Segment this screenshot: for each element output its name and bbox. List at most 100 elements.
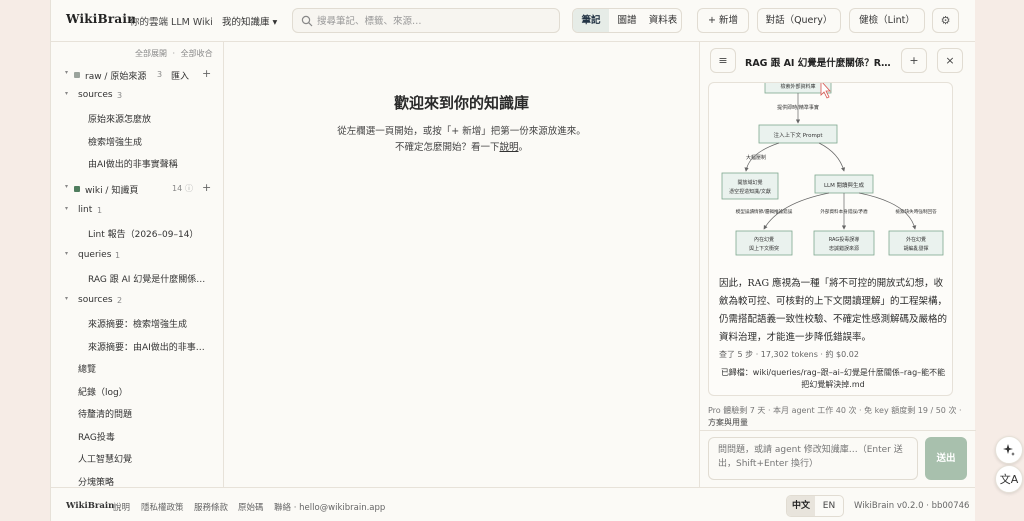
svg-text:與上下文衝突: 與上下文衝突 [749, 245, 779, 252]
settings-button[interactable]: ⚙ [932, 8, 959, 33]
wiki-section-header[interactable]: ▾ wiki / 知識頁 14 ⓘ + [51, 180, 223, 198]
main-content: 歡迎來到你的知識庫 從左欄選一頁開始，或按「+ 新增」把第一份來源放進來。 不確… [224, 42, 699, 487]
plan-usage-link[interactable]: 方案與用量 [708, 418, 748, 427]
svg-text:胡編亂發揮: 胡編亂發揮 [903, 245, 928, 252]
query-panel: ≡ RAG 跟 AI 幻覺是什麼關係？RA… + × 檢索外部資料庫 提供即時/… [699, 42, 976, 487]
folder-lint[interactable]: ▾ lint 1 [51, 202, 223, 220]
page-item-ai-hallucination[interactable]: 人工智慧幻覺 [51, 449, 223, 467]
tree-item[interactable]: 來源摘要：由AI做出的非事… [51, 337, 223, 355]
chevron-down-icon: ▾ [65, 205, 69, 212]
add-raw-button[interactable]: + [202, 67, 211, 80]
sparkle-icon [1003, 444, 1015, 456]
svg-text:憑空捏造知識/文獻: 憑空捏造知識/文獻 [729, 188, 771, 195]
tree-item[interactable]: Lint 報告（2026–09–14） [51, 224, 223, 242]
welcome-line-2: 不確定怎麼開始？看一下說明。 [394, 142, 529, 153]
version-info: WikiBrain v0.2.0 · bb00746 [854, 501, 970, 511]
send-button[interactable]: 送出 [925, 437, 967, 480]
page-item-log[interactable]: 紀錄（log） [51, 382, 223, 400]
tree-item[interactable]: 檢索增強生成 [51, 132, 223, 150]
folder-sources[interactable]: ▾ sources 2 [51, 292, 223, 310]
footer-link-terms[interactable]: 服務條款 [194, 501, 228, 513]
footer-link-privacy[interactable]: 隱私權政策 [141, 501, 184, 513]
view-switcher: 筆記 圖譜 資料表 [572, 8, 682, 33]
footer-contact[interactable]: 聯絡 · hello@wikibrain.app [274, 501, 385, 513]
add-wiki-button[interactable]: + [202, 181, 211, 194]
hamburger-icon: ≡ [718, 54, 728, 67]
svg-text:模型誤讀情節/邏輯推論錯誤: 模型誤讀情節/邏輯推論錯誤 [736, 208, 793, 215]
page-item-open-questions[interactable]: 待釐清的問題 [51, 404, 223, 422]
welcome-line-1: 從左欄選一頁開始，或按「+ 新增」把第一份來源放進來。 [337, 126, 586, 137]
gear-icon: ⚙ [940, 14, 951, 27]
folder-raw-sources[interactable]: ▾ sources 3 [51, 87, 223, 105]
page-item-rag-poisoning[interactable]: RAG投毒 [51, 427, 223, 445]
tree-item[interactable]: 來源摘要：檢索增強生成 [51, 314, 223, 332]
chevron-down-icon: ▾ [65, 295, 69, 302]
chevron-down-icon: ▾ [65, 183, 69, 190]
saved-path[interactable]: 已歸檔：wiki/queries/rag–跟–ai–幻覺是什麼關係–rag–能不… [719, 367, 947, 391]
query-button[interactable]: 對話（Query） [757, 8, 841, 33]
search-input[interactable] [317, 12, 553, 30]
footer: WikiBrain 說明 隱私權政策 服務條款 原始碼 聯絡 · hello@w… [51, 487, 975, 521]
app-tagline: 你的雲端 LLM Wiki [130, 17, 213, 28]
tree-item[interactable]: 由AI做出的非事實聲稱 [51, 154, 223, 172]
new-query-button[interactable]: + [901, 48, 927, 73]
svg-text:大幅壓制: 大幅壓制 [746, 154, 766, 161]
footer-link-help[interactable]: 說明 [113, 501, 130, 513]
svg-text:外在幻覺: 外在幻覺 [906, 236, 926, 243]
translate-button[interactable]: 文A [995, 465, 1023, 493]
lint-button[interactable]: 健檢（Lint） [849, 8, 925, 33]
expand-all-link[interactable]: 全部展開 [135, 49, 167, 58]
search-box[interactable] [292, 8, 560, 33]
answer-text: 因此，RAG 應視為一種「將不可控的開放式幻想，收斂為較可控、可核對的上下文閱讀… [719, 278, 948, 343]
tab-graph[interactable]: 圖譜 [609, 9, 645, 32]
language-switch: 中文 EN [786, 495, 844, 517]
tree-item[interactable]: 原始來源怎麼放 [51, 109, 223, 127]
diagram-node-retrieve-label: 檢索外部資料庫 [780, 83, 815, 90]
collapse-all-link[interactable]: 全部收合 [181, 49, 213, 58]
left-sidebar: 全部展開 · 全部收合 ▾ raw / 原始來源 3 匯入 + ▾ source… [51, 42, 224, 487]
footer-logo: WikiBrain [66, 501, 115, 511]
chevron-down-icon: ▾ [65, 90, 69, 97]
svg-text:忠誠錯誤來源: 忠誠錯誤來源 [829, 245, 859, 252]
svg-text:RAG投毒誤導: RAG投毒誤導 [829, 236, 859, 243]
svg-text:開放域幻覺: 開放域幻覺 [737, 179, 762, 186]
translate-icon: 文A [999, 473, 1019, 486]
help-link[interactable]: 說明 [499, 142, 518, 153]
svg-text:內在幻覺: 內在幻覺 [754, 236, 774, 243]
footer-link-source[interactable]: 原始碼 [238, 501, 264, 513]
chevron-down-icon: ▾ [65, 69, 69, 76]
panel-title: RAG 跟 AI 幻覺是什麼關係？RA… [745, 58, 895, 69]
svg-text:注入上下文 Prompt: 注入上下文 Prompt [774, 131, 824, 139]
knowledge-base-selector[interactable]: 我的知識庫 ▾ [222, 14, 277, 28]
page-item-overview[interactable]: 總覽 [51, 359, 223, 377]
close-panel-button[interactable]: × [937, 48, 963, 73]
svg-text:檢索缺失時強制回答: 檢索缺失時強制回答 [895, 208, 937, 215]
tab-table[interactable]: 資料表 [645, 9, 681, 32]
raw-section-header[interactable]: ▾ raw / 原始來源 3 匯入 + [51, 66, 223, 84]
page-item-chunking[interactable]: 分塊策略 [51, 472, 223, 487]
tree-controls: 全部展開 · 全部收合 [135, 49, 213, 58]
svg-text:提供即時/精準事實: 提供即時/精準事實 [777, 104, 819, 111]
info-icon[interactable]: ⓘ [185, 183, 193, 194]
tree-item[interactable]: RAG 跟 AI 幻覺是什麼關係… [51, 269, 223, 287]
lang-zh-button[interactable]: 中文 [787, 496, 815, 516]
chat-input[interactable] [708, 437, 918, 480]
app-logo[interactable]: WikiBrain [66, 12, 136, 26]
app-window: WikiBrain 你的雲端 LLM Wiki 我的知識庫 ▾ 筆記 圖譜 資料… [50, 0, 976, 521]
welcome-title: 歡迎來到你的知識庫 [393, 94, 529, 112]
flow-diagram: 檢索外部資料庫 提供即時/精準事實 注入上下文 Prompt 大幅壓制 開放域幻… [721, 83, 944, 256]
divider [700, 430, 976, 431]
folder-color-icon [74, 72, 80, 78]
tab-notes[interactable]: 筆記 [573, 9, 609, 32]
folder-color-icon [74, 186, 80, 192]
sparkle-button[interactable] [995, 436, 1023, 464]
diagram-node-open-domain [721, 172, 779, 200]
chevron-down-icon: ▾ [65, 250, 69, 257]
usage-info: Pro 體驗剩 7 天 · 本月 agent 工作 40 次 · 免 key 額… [708, 406, 962, 427]
panel-menu-button[interactable]: ≡ [710, 48, 736, 73]
new-button[interactable]: + 新增 [697, 8, 749, 33]
lang-en-button[interactable]: EN [815, 496, 843, 516]
search-icon [301, 15, 313, 27]
import-button[interactable]: 匯入 [171, 69, 189, 82]
folder-queries[interactable]: ▾ queries 1 [51, 247, 223, 265]
